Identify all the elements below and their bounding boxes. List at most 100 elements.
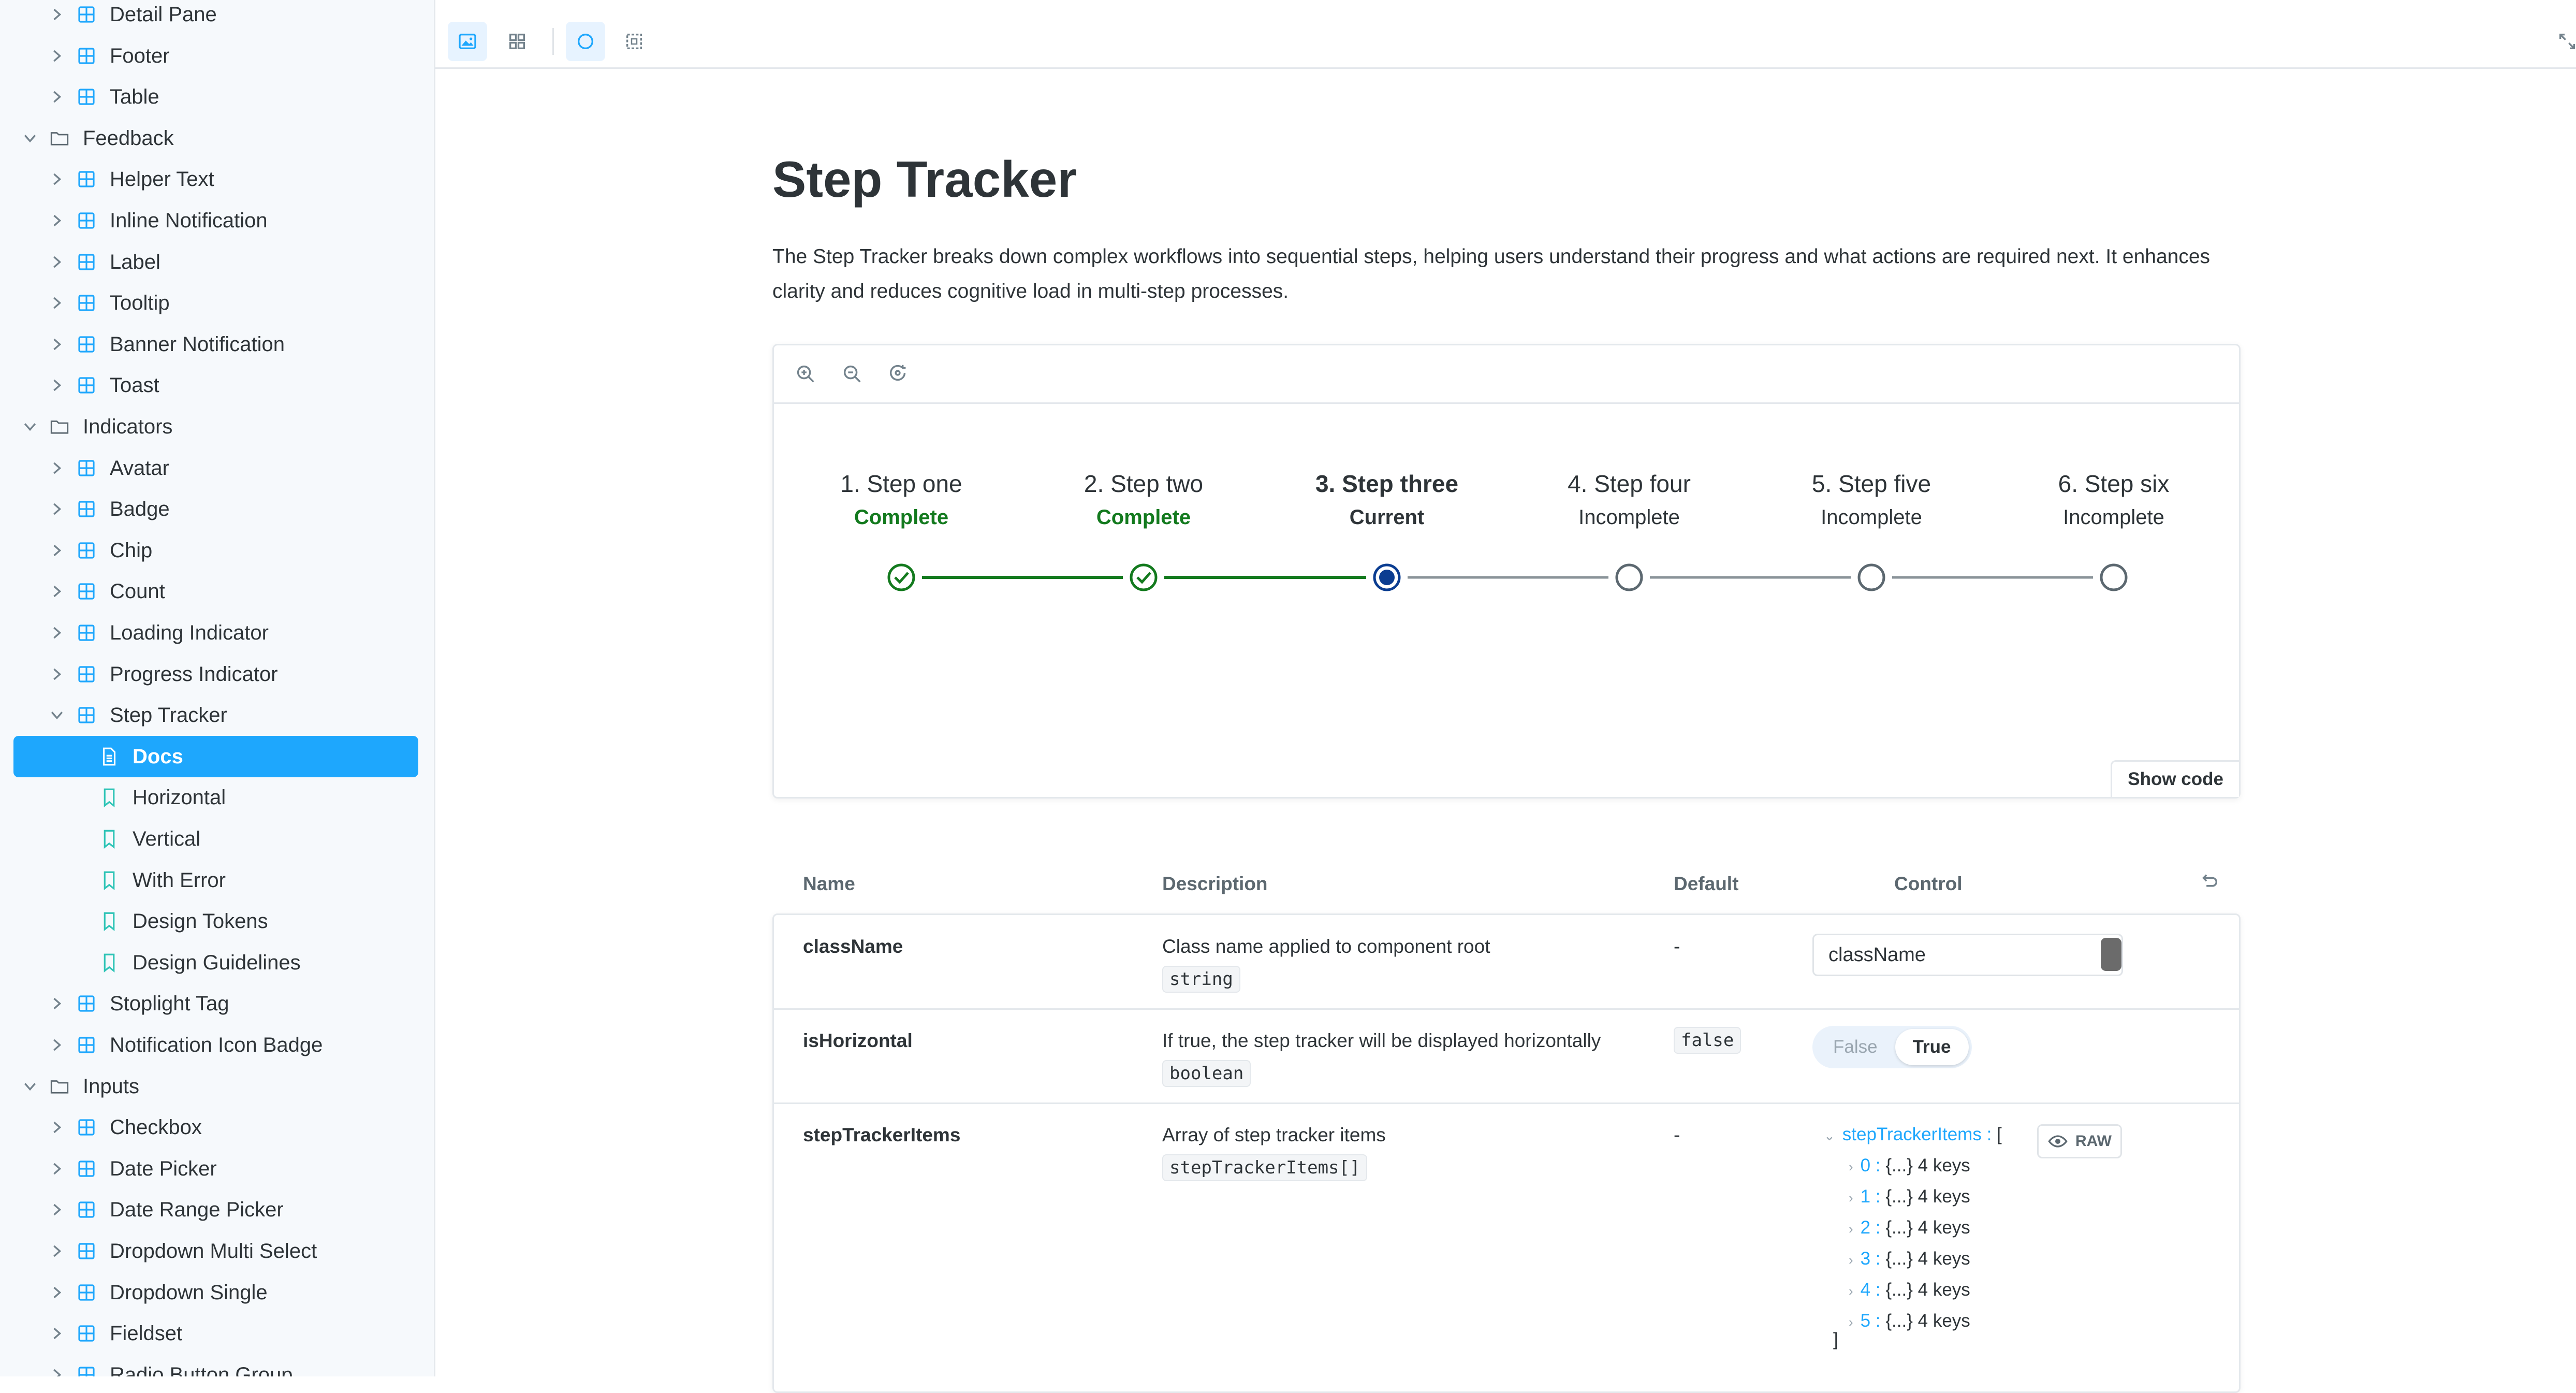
chevron-right-icon[interactable] <box>50 996 64 1011</box>
sidebar-item-inputs[interactable]: Inputs <box>23 1066 139 1107</box>
sidebar-item-step-tracker[interactable]: Step Tracker <box>50 694 227 736</box>
sidebar-item-toast[interactable]: Toast <box>50 365 159 406</box>
expand-arrow-icon[interactable]: › <box>1849 1314 1853 1330</box>
chevron-right-icon[interactable] <box>50 296 64 310</box>
sidebar-item-avatar[interactable]: Avatar <box>50 447 169 489</box>
sidebar-item-chip[interactable]: Chip <box>50 530 152 571</box>
chevron-right-icon[interactable] <box>50 626 64 640</box>
sidebar-item-checkbox[interactable]: Checkbox <box>50 1107 202 1148</box>
bookmark-icon <box>98 828 120 850</box>
fullscreen-icon[interactable] <box>2548 22 2576 61</box>
chevron-down-icon[interactable] <box>23 419 37 434</box>
json-entry[interactable]: › 1 : {...} 4 keys <box>1849 1186 1970 1207</box>
json-entry[interactable]: › 2 : {...} 4 keys <box>1849 1217 1970 1238</box>
chevron-right-icon[interactable] <box>50 461 64 475</box>
sidebar-item-helper-text[interactable]: Helper Text <box>50 158 214 200</box>
chevron-down-icon[interactable] <box>23 131 37 146</box>
chevron-right-icon[interactable] <box>50 543 64 558</box>
chevron-right-icon[interactable] <box>50 1368 64 1376</box>
chevron-right-icon[interactable] <box>50 213 64 228</box>
sidebar-item-label: Radio Button Group <box>110 1363 293 1377</box>
sidebar-item-progress-indicator[interactable]: Progress Indicator <box>50 654 278 695</box>
toggle-option-false[interactable]: False <box>1816 1029 1895 1065</box>
circle-outline-icon[interactable] <box>566 22 605 61</box>
sidebar-item-with-error[interactable]: With Error <box>98 860 226 901</box>
sidebar-item-date-picker[interactable]: Date Picker <box>50 1148 217 1189</box>
chevron-down-icon[interactable] <box>23 1079 37 1094</box>
raw-toggle-button[interactable]: RAW <box>2037 1124 2122 1158</box>
chevron-right-icon[interactable] <box>50 172 64 186</box>
reset-controls-icon[interactable] <box>2197 871 2220 895</box>
sidebar-item-indicators[interactable]: Indicators <box>23 406 172 447</box>
show-code-button[interactable]: Show code <box>2111 760 2239 797</box>
json-entry[interactable]: › 3 : {...} 4 keys <box>1849 1249 1970 1269</box>
json-entry[interactable]: › 4 : {...} 4 keys <box>1849 1280 1970 1300</box>
sidebar-item-docs[interactable]: Docs <box>13 736 418 777</box>
chevron-right-icon[interactable] <box>50 1285 64 1300</box>
chevron-right-icon[interactable] <box>50 90 64 104</box>
sidebar-item-fieldset[interactable]: Fieldset <box>50 1313 182 1354</box>
chevron-right-icon[interactable] <box>50 49 64 63</box>
sidebar-item-tooltip[interactable]: Tooltip <box>50 282 170 324</box>
collapse-arrow-icon[interactable]: ⌄ <box>1824 1128 1835 1143</box>
frame-select-icon[interactable] <box>614 22 654 61</box>
chevron-right-icon[interactable] <box>50 667 64 681</box>
chevron-right-icon[interactable] <box>50 1038 64 1052</box>
image-icon[interactable] <box>448 22 487 61</box>
sidebar-item-footer[interactable]: Footer <box>50 35 170 77</box>
sidebar-item-dropdown-multi-select[interactable]: Dropdown Multi Select <box>50 1230 317 1272</box>
grid-icon[interactable] <box>497 22 537 61</box>
zoom-out-icon[interactable] <box>840 362 864 386</box>
sidebar-item-label: Table <box>110 85 159 108</box>
sidebar-item-design-guidelines[interactable]: Design Guidelines <box>98 942 301 983</box>
sidebar-item-date-range-picker[interactable]: Date Range Picker <box>50 1189 284 1230</box>
chevron-right-icon[interactable] <box>50 1120 64 1135</box>
sidebar-item-label[interactable]: Label <box>50 241 160 283</box>
chevron-right-icon[interactable] <box>50 1244 64 1258</box>
sidebar-item-dropdown-single[interactable]: Dropdown Single <box>50 1272 268 1313</box>
zoom-in-icon[interactable] <box>794 362 817 386</box>
sidebar-item-count[interactable]: Count <box>50 571 165 612</box>
step-complete-check-icon <box>1130 563 1158 591</box>
expand-arrow-icon[interactable]: › <box>1849 1159 1853 1174</box>
sidebar-item-stoplight-tag[interactable]: Stoplight Tag <box>50 983 229 1024</box>
arg-desc-steptrackeritems: Array of step tracker items <box>1162 1124 1386 1145</box>
expand-arrow-icon[interactable]: › <box>1849 1190 1853 1206</box>
json-entry[interactable]: › 5 : {...} 4 keys <box>1849 1311 1970 1331</box>
sidebar-item-design-tokens[interactable]: Design Tokens <box>98 901 268 942</box>
expand-arrow-icon[interactable]: › <box>1849 1283 1853 1299</box>
edit-handle-icon[interactable] <box>2101 938 2121 971</box>
chevron-right-icon[interactable] <box>50 7 64 22</box>
json-root[interactable]: ⌄ stepTrackerItems : [ <box>1824 1124 2002 1145</box>
sidebar-item-feedback[interactable]: Feedback <box>23 118 174 159</box>
toggle-option-true[interactable]: True <box>1895 1029 1969 1065</box>
sidebar-item-loading-indicator[interactable]: Loading Indicator <box>50 612 269 654</box>
sidebar-item-inline-notification[interactable]: Inline Notification <box>50 200 268 241</box>
sidebar-item-notification-icon-badge[interactable]: Notification Icon Badge <box>50 1024 323 1066</box>
chevron-right-icon[interactable] <box>50 378 64 393</box>
sidebar-item-radio-button-group[interactable]: Radio Button Group <box>50 1354 293 1376</box>
chevron-right-icon[interactable] <box>50 502 64 516</box>
expand-arrow-icon[interactable]: › <box>1849 1221 1853 1237</box>
sidebar-item-vertical[interactable]: Vertical <box>98 818 200 860</box>
sidebar-item-banner-notification[interactable]: Banner Notification <box>50 324 285 365</box>
sidebar-item-badge[interactable]: Badge <box>50 488 170 530</box>
chevron-right-icon[interactable] <box>50 1162 64 1176</box>
ishorizontal-toggle[interactable]: False True <box>1812 1026 1972 1068</box>
chevron-right-icon[interactable] <box>50 1202 64 1217</box>
reset-zoom-icon[interactable] <box>887 362 911 386</box>
component-icon <box>76 1364 97 1376</box>
chevron-right-icon[interactable] <box>50 584 64 599</box>
classname-input[interactable]: className <box>1812 934 2123 976</box>
chevron-right-icon[interactable] <box>50 255 64 269</box>
chevron-down-icon[interactable] <box>50 708 64 722</box>
docs-main: Step Tracker The Step Tracker breaks dow… <box>435 0 2576 1393</box>
arg-default-ishorizontal: false <box>1674 1027 1741 1054</box>
chevron-right-icon[interactable] <box>50 1326 64 1341</box>
expand-arrow-icon[interactable]: › <box>1849 1252 1853 1268</box>
chevron-right-icon[interactable] <box>50 337 64 352</box>
sidebar-item-table[interactable]: Table <box>50 76 159 118</box>
sidebar-item-detail-pane[interactable]: Detail Pane <box>50 0 217 35</box>
json-entry[interactable]: › 0 : {...} 4 keys <box>1849 1155 1970 1176</box>
sidebar-item-horizontal[interactable]: Horizontal <box>98 777 226 818</box>
